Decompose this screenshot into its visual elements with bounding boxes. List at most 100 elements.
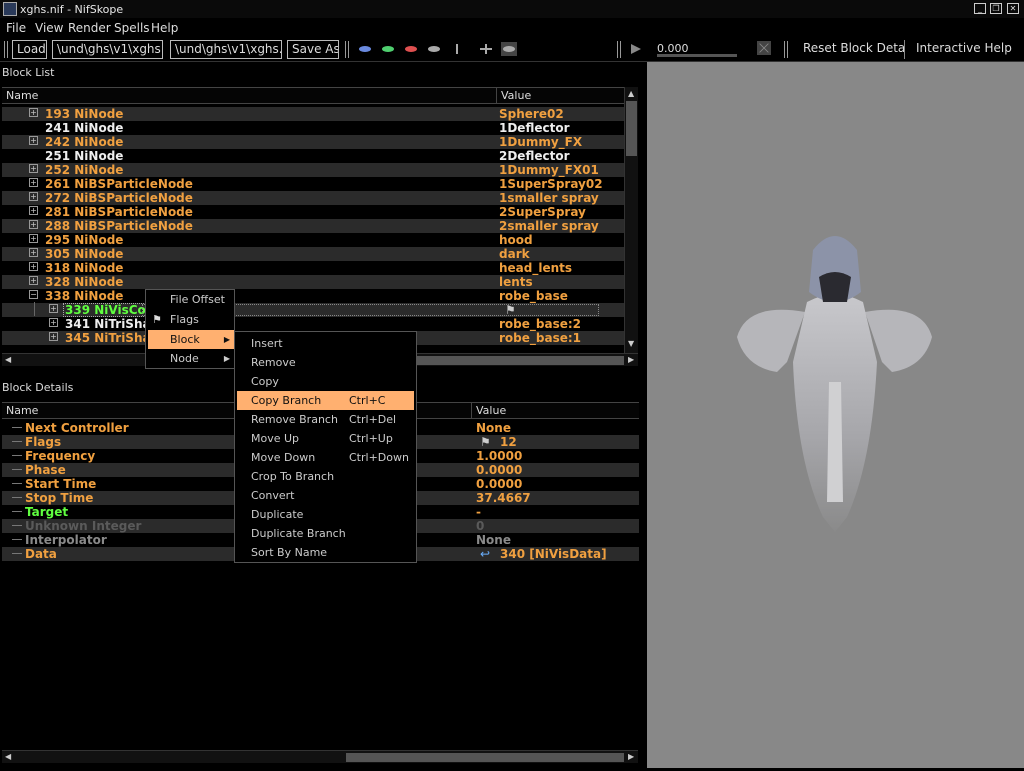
submenu-insert[interactable]: Insert (237, 334, 414, 353)
view-top-icon[interactable] (403, 42, 419, 56)
submenu-copy[interactable]: Copy (237, 372, 414, 391)
restore-icon[interactable]: ❐ (990, 3, 1002, 14)
block-row[interactable]: −338 NiNode robe_base (2, 289, 624, 303)
block-list-title: Block List (2, 66, 55, 79)
block-value: 2SuperSpray (499, 205, 586, 219)
submenu-convert[interactable]: Convert (237, 486, 414, 505)
submenu-move-up[interactable]: Move Up Ctrl+Up (237, 429, 414, 448)
tree-branch-line (12, 483, 22, 484)
block-row[interactable]: +341 NiTriSha robe_base:2 (2, 317, 624, 331)
block-list-vscroll[interactable]: ▲ ▼ (624, 87, 638, 353)
window-title: xghs.nif - NifSkope (20, 3, 124, 16)
view-front-icon[interactable] (357, 42, 373, 56)
detail-value[interactable]: - (476, 505, 481, 519)
load-button[interactable]: Load (12, 40, 47, 59)
block-row[interactable]: 241 NiNode 1Deflector (2, 121, 624, 135)
block-row[interactable]: +242 NiNode 1Dummy_FX (2, 135, 624, 149)
flip-view-icon[interactable] (478, 42, 494, 56)
block-row[interactable]: +261 NiBSParticleNode 1SuperSpray02 (2, 177, 624, 191)
block-value: 1SuperSpray02 (499, 177, 603, 191)
submenu-duplicate-branch[interactable]: Duplicate Branch (237, 524, 414, 543)
expand-toggle-icon[interactable]: + (29, 262, 38, 271)
menu-view[interactable]: View (35, 21, 63, 35)
submenu-crop-to-branch[interactable]: Crop To Branch (237, 467, 414, 486)
menu-node[interactable]: Node ▶ (148, 349, 234, 368)
submenu-arrow-icon: ▶ (223, 354, 230, 363)
expand-toggle-icon[interactable]: + (29, 234, 38, 243)
reset-block-details-button[interactable]: Reset Block Details (799, 40, 905, 59)
block-value: 1Dummy_FX (499, 135, 583, 149)
menu-file-offset[interactable]: File Offset (148, 290, 234, 309)
block-row[interactable]: +272 NiBSParticleNode 1smaller spray (2, 191, 624, 205)
block-type: NiNode (74, 135, 124, 149)
view-side-icon[interactable] (380, 42, 396, 56)
toolbar-grip[interactable] (4, 41, 8, 58)
toolbar-grip[interactable] (617, 41, 621, 58)
expand-toggle-icon[interactable]: + (29, 164, 38, 173)
toolbar-grip[interactable] (784, 41, 788, 58)
title-bar: xghs.nif - NifSkope _ ❐ ✕ (0, 0, 1024, 18)
time-slider[interactable] (657, 54, 737, 57)
expand-toggle-icon[interactable]: + (29, 136, 38, 145)
block-name: 295 NiNode (45, 233, 123, 247)
block-row[interactable]: +295 NiNode hood (2, 233, 624, 247)
column-name-header[interactable]: Name (2, 88, 497, 104)
expand-toggle-icon[interactable]: + (29, 108, 38, 117)
block-type: NiBSParticleNode (74, 177, 193, 191)
menu-block[interactable]: Block ▶ (148, 330, 234, 349)
save-path-input[interactable]: \und\ghs\v1\xghs.nif (170, 40, 282, 59)
load-path-input[interactable]: \und\ghs\v1\xghs.nif (52, 40, 163, 59)
submenu-copy-branch[interactable]: Copy Branch Ctrl+C (237, 391, 414, 410)
expand-toggle-icon[interactable]: + (29, 220, 38, 229)
block-row[interactable]: +339 NiVisCon ⚑ (2, 303, 624, 317)
block-row[interactable]: +281 NiBSParticleNode 2SuperSpray (2, 205, 624, 219)
tree-branch-line (12, 553, 22, 554)
model-render (737, 236, 932, 532)
save-as-button[interactable]: Save As (287, 40, 339, 59)
block-row[interactable]: +305 NiNode dark (2, 247, 624, 261)
submenu-shortcut: Ctrl+C (349, 394, 386, 407)
expand-toggle-icon[interactable]: − (29, 290, 38, 299)
minimize-icon[interactable]: _ (974, 3, 986, 14)
app-icon (3, 2, 17, 16)
loop-icon[interactable] (756, 41, 772, 55)
render-viewport[interactable] (647, 62, 1024, 768)
menu-spells[interactable]: Spells (114, 21, 150, 35)
perspective-icon[interactable] (501, 42, 517, 56)
toolbar-grip[interactable] (345, 41, 349, 58)
block-details-hscroll[interactable]: ◀ ▶ (2, 750, 638, 763)
submenu-label: Move Down (251, 451, 316, 464)
menu-flags[interactable]: ⚑ Flags (148, 310, 234, 329)
interactive-help-button[interactable]: Interactive Help (912, 40, 1012, 59)
submenu-sort-by-name[interactable]: Sort By Name (237, 543, 414, 562)
block-row[interactable]: +288 NiBSParticleNode 2smaller spray (2, 219, 624, 233)
menu-render[interactable]: Render (68, 21, 111, 35)
walk-mode-icon[interactable] (449, 42, 465, 56)
expand-toggle-icon[interactable]: + (49, 304, 58, 313)
menu-help[interactable]: Help (151, 21, 178, 35)
submenu-move-down[interactable]: Move Down Ctrl+Down (237, 448, 414, 467)
menu-file[interactable]: File (6, 21, 26, 35)
submenu-duplicate[interactable]: Duplicate (237, 505, 414, 524)
close-icon[interactable]: ✕ (1007, 3, 1019, 14)
details-value-header[interactable]: Value (472, 403, 639, 419)
submenu-label: Copy Branch (251, 394, 322, 407)
block-row[interactable]: +318 NiNode head_lents (2, 261, 624, 275)
expand-toggle-icon[interactable]: + (29, 206, 38, 215)
view-user-icon[interactable] (426, 42, 442, 56)
expand-toggle-icon[interactable]: + (29, 192, 38, 201)
submenu-remove-branch[interactable]: Remove Branch Ctrl+Del (237, 410, 414, 429)
expand-toggle-icon[interactable]: + (29, 248, 38, 257)
block-row[interactable]: 251 NiNode 2Deflector (2, 149, 624, 163)
column-value-header[interactable]: Value (497, 88, 624, 104)
block-row[interactable]: +252 NiNode 1Dummy_FX01 (2, 163, 624, 177)
expand-toggle-icon[interactable]: + (29, 178, 38, 187)
block-row[interactable]: +328 NiNode lents (2, 275, 624, 289)
expand-toggle-icon[interactable]: + (29, 276, 38, 285)
block-row[interactable]: +193 NiNode Sphere02 (2, 107, 624, 121)
expand-toggle-icon[interactable]: + (49, 318, 58, 327)
submenu-remove[interactable]: Remove (237, 353, 414, 372)
play-icon[interactable] (628, 42, 644, 56)
flag-icon: ⚑ (480, 435, 491, 449)
expand-toggle-icon[interactable]: + (49, 332, 58, 341)
